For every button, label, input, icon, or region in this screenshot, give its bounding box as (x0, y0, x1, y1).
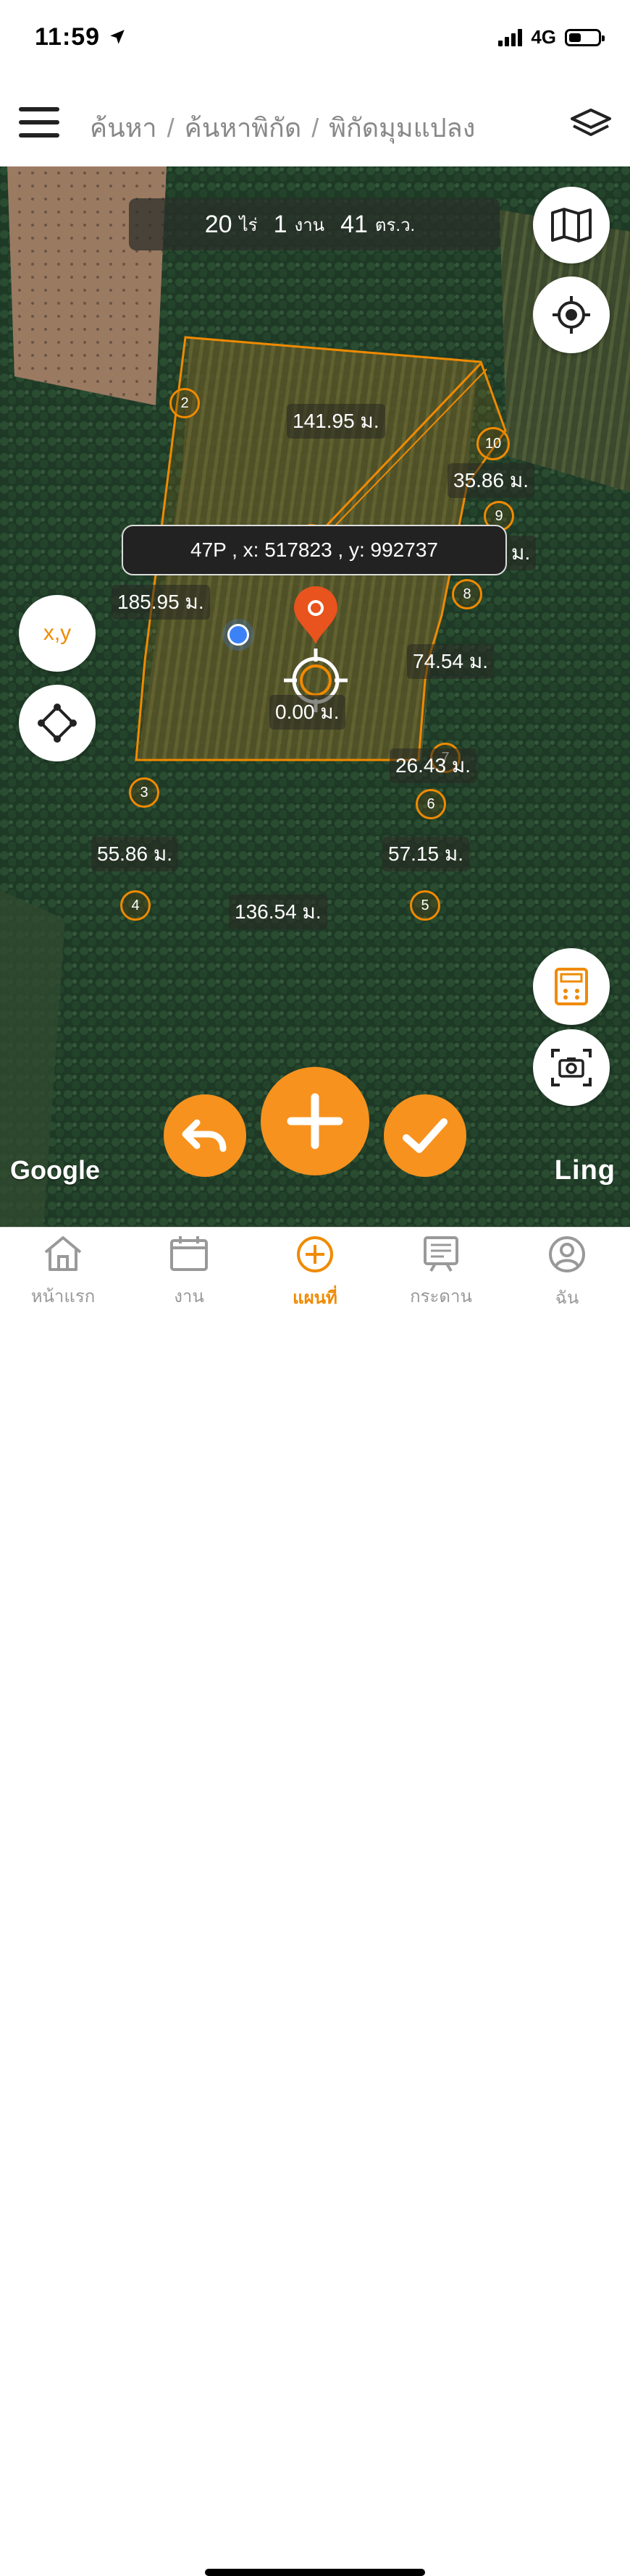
google-logo: Google (10, 1155, 100, 1185)
tab-board[interactable]: กระดาน (378, 1235, 504, 1310)
vertex-marker[interactable]: 3 (129, 777, 159, 808)
calculator-button[interactable] (533, 948, 610, 1025)
distance-label: ม. (505, 536, 537, 570)
check-icon (403, 1118, 448, 1153)
coordinate-readout: 47P , x: 517823 , y: 992737 (122, 525, 507, 575)
tab-label: หน้าแรก (30, 1287, 96, 1306)
home-indicator (205, 2569, 425, 2576)
breadcrumb-item-plot-corners: พิกัดมุมแปลง (329, 113, 476, 143)
area-rai-unit: ไร่ (239, 215, 258, 235)
xy-input-button[interactable]: x,y (19, 595, 96, 672)
user-icon (549, 1236, 585, 1272)
network-type: 4G (531, 26, 556, 48)
area-rai: 20 (204, 210, 232, 238)
polygon-icon (38, 704, 77, 743)
distance-label: 141.95 ม. (287, 404, 385, 439)
distance-label: 136.54 ม. (229, 895, 327, 929)
calendar-icon (170, 1236, 208, 1271)
vertex-marker[interactable]: 8 (452, 579, 482, 609)
distance-label: 35.86 ม. (448, 463, 535, 498)
camera-frame-icon (551, 1049, 592, 1086)
tab-me[interactable]: ฉัน (504, 1235, 630, 1312)
map-type-button[interactable] (533, 187, 610, 263)
screenshot-button[interactable] (533, 1029, 610, 1106)
map-view[interactable]: 2 3 4 5 6 7 8 9 10 11 141.95 ม. 35.86 ม.… (0, 166, 630, 1227)
layers-icon[interactable] (569, 106, 613, 142)
distance-label: 185.95 ม. (112, 585, 210, 620)
status-time: 11:59 (35, 23, 127, 51)
undo-icon (182, 1119, 227, 1152)
distance-label: 55.86 ม. (91, 837, 179, 871)
top-app-bar: ค้นหา / ค้นหาพิกัด / พิกัดมุมแปลง (0, 80, 630, 166)
tab-jobs[interactable]: งาน (126, 1235, 252, 1310)
map-icon (551, 208, 592, 242)
area-ngan: 1 (273, 210, 287, 238)
home-icon (44, 1236, 82, 1271)
xy-label: x,y (43, 621, 72, 645)
vertex-marker[interactable]: 2 (169, 388, 200, 418)
ling-logo: Ling (554, 1155, 616, 1186)
tab-label: แผนที่ (293, 1288, 337, 1308)
undo-button[interactable] (164, 1094, 246, 1177)
area-wa: 41 (340, 210, 368, 238)
vertex-marker[interactable]: 6 (416, 789, 446, 819)
distance-label: 57.15 ม. (382, 837, 470, 871)
plus-icon (287, 1093, 343, 1149)
vertex-marker[interactable]: 10 (476, 427, 510, 460)
area-summary: 20 ไร่ 1 งาน 41 ตร.ว. (129, 198, 500, 250)
current-location-icon (222, 619, 254, 651)
board-icon (424, 1236, 458, 1272)
area-ngan-unit: งาน (294, 215, 325, 235)
distance-label: 26.43 ม. (390, 748, 477, 783)
location-arrow-icon (109, 30, 125, 44)
breadcrumb: ค้นหา / ค้นหาพิกัด / พิกัดมุมแปลง (90, 113, 476, 143)
plus-circle-icon (297, 1236, 333, 1272)
tab-home[interactable]: หน้าแรก (0, 1235, 126, 1310)
vertex-marker[interactable]: 4 (120, 890, 151, 921)
tab-label: กระดาน (410, 1287, 472, 1306)
calculator-icon (555, 968, 588, 1005)
polygon-tool-button[interactable] (19, 685, 96, 761)
menu-icon[interactable] (19, 107, 59, 138)
bottom-tab-bar: หน้าแรก งาน แผนที่ กระดาน ฉัน (0, 1227, 630, 2576)
distance-label: 74.54 ม. (407, 644, 495, 679)
add-point-button[interactable] (261, 1067, 369, 1175)
tab-map[interactable]: แผนที่ (252, 1235, 378, 1312)
breadcrumb-item-coord-search[interactable]: ค้นหาพิกัด (185, 113, 302, 143)
signal-icon (498, 28, 523, 46)
my-location-button[interactable] (533, 276, 610, 353)
area-wa-unit: ตร.ว. (374, 215, 416, 235)
tab-label: ฉัน (555, 1288, 579, 1308)
status-bar: 11:59 4G (0, 0, 630, 80)
confirm-button[interactable] (384, 1094, 466, 1177)
vertex-marker[interactable]: 5 (410, 890, 440, 921)
battery-icon (565, 28, 605, 46)
breadcrumb-item-search[interactable]: ค้นหา (90, 113, 157, 143)
tab-label: งาน (174, 1287, 204, 1306)
target-icon (553, 296, 590, 334)
distance-label: 0.00 ม. (269, 695, 345, 730)
